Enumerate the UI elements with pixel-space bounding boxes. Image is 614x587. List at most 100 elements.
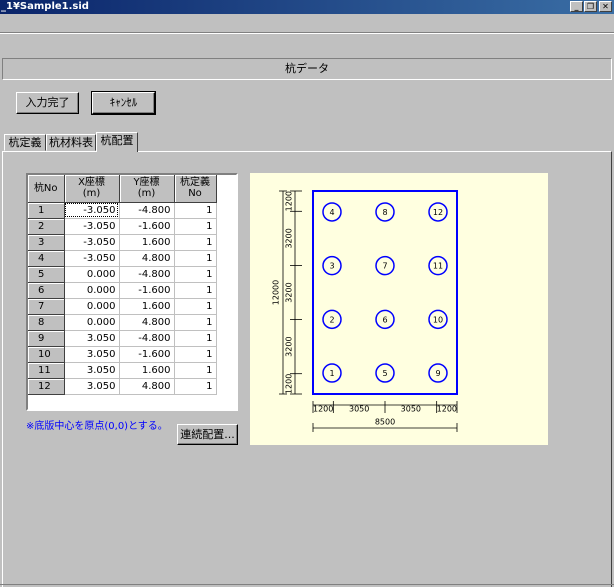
table-row[interactable]: 4 -3.050 4.800 1 xyxy=(28,250,217,267)
col-header-y[interactable]: Y座標 (m) xyxy=(119,175,175,203)
row-header-cell[interactable]: 3 xyxy=(28,234,65,251)
grid-body: 1 -3.050 -4.800 1 2 -3.050 -1.600 1 3 -3.050 1.600… xyxy=(28,202,217,395)
def-cell[interactable]: 1 xyxy=(174,378,217,395)
table-row[interactable]: 10 3.050 -1.600 1 xyxy=(28,346,217,363)
row-header-cell[interactable]: 2 xyxy=(28,218,65,235)
def-cell[interactable]: 1 xyxy=(174,362,217,379)
pile-4-label: 4 xyxy=(329,208,334,217)
left-total-label: 12000 xyxy=(272,280,281,305)
def-cell[interactable]: 1 xyxy=(174,298,217,315)
table-row[interactable]: 6 0.000 -1.600 1 xyxy=(28,282,217,299)
restore-icon: ❐ xyxy=(586,2,595,11)
y-cell[interactable]: -4.800 xyxy=(119,202,175,219)
close-icon: ✕ xyxy=(602,2,609,11)
pile-10-label: 10 xyxy=(433,315,443,324)
x-cell[interactable]: 3.050 xyxy=(64,346,120,363)
tab-pile-layout[interactable]: 杭配置 xyxy=(96,132,138,152)
restore-button[interactable]: ❐ xyxy=(584,1,597,12)
bottom-dim-label-2: 3050 xyxy=(401,405,421,414)
table-row[interactable]: 12 3.050 4.800 1 xyxy=(28,378,217,395)
def-cell[interactable]: 1 xyxy=(174,282,217,299)
y-cell[interactable]: 4.800 xyxy=(119,378,175,395)
table-row[interactable]: 3 -3.050 1.600 1 xyxy=(28,234,217,251)
y-cell[interactable]: 1.600 xyxy=(119,362,175,379)
x-cell[interactable]: -3.050 xyxy=(64,250,120,267)
def-cell[interactable]: 1 xyxy=(174,202,217,219)
x-cell[interactable]: 3.050 xyxy=(64,362,120,379)
origin-note: ※底版中心を原点(0,0)とする。 xyxy=(26,421,168,432)
bottom-total-label: 8500 xyxy=(375,418,395,427)
col-header-x[interactable]: X座標 (m) xyxy=(64,175,120,203)
minimize-button[interactable]: _ xyxy=(570,1,583,12)
x-cell[interactable]: 0.000 xyxy=(64,282,120,299)
bottom-dim-label-1: 3050 xyxy=(349,405,369,414)
tab-pile-definition[interactable]: 杭定義 xyxy=(4,134,46,151)
left-dim-label-3: 3200 xyxy=(285,228,294,248)
row-header-cell[interactable]: 7 xyxy=(28,298,65,315)
row-header-cell[interactable]: 10 xyxy=(28,346,65,363)
x-cell[interactable]: 3.050 xyxy=(64,330,120,347)
col-header-no[interactable]: 杭No xyxy=(28,175,65,203)
y-cell[interactable]: 4.800 xyxy=(119,314,175,331)
tab-pile-material[interactable]: 杭材料表 xyxy=(46,134,96,151)
def-cell[interactable]: 1 xyxy=(174,346,217,363)
x-cell[interactable]: -3.050 xyxy=(64,202,120,219)
table-row[interactable]: 5 0.000 -4.800 1 xyxy=(28,266,217,283)
def-cell[interactable]: 1 xyxy=(174,314,217,331)
x-cell[interactable]: 0.000 xyxy=(64,314,120,331)
pile-3-label: 3 xyxy=(329,262,334,271)
y-cell[interactable]: -1.600 xyxy=(119,346,175,363)
pile-5-label: 5 xyxy=(382,369,387,378)
pile-12-label: 12 xyxy=(433,208,443,217)
row-header-cell[interactable]: 6 xyxy=(28,282,65,299)
row-header-cell[interactable]: 1 xyxy=(28,202,65,219)
row-header-cell[interactable]: 8 xyxy=(28,314,65,331)
y-cell[interactable]: 1.600 xyxy=(119,234,175,251)
pile-11-label: 11 xyxy=(433,262,443,271)
y-cell[interactable]: -4.800 xyxy=(119,330,175,347)
table-row[interactable]: 9 3.050 -4.800 1 xyxy=(28,330,217,347)
row-header-cell[interactable]: 12 xyxy=(28,378,65,395)
left-dim-label-1: 3200 xyxy=(285,336,294,356)
y-cell[interactable]: -1.600 xyxy=(119,218,175,235)
row-header-cell[interactable]: 5 xyxy=(28,266,65,283)
table-row[interactable]: 11 3.050 1.600 1 xyxy=(28,362,217,379)
input-done-button[interactable]: 入力完了 xyxy=(16,92,79,114)
cancel-button[interactable]: ｷｬﾝｾﾙ xyxy=(91,91,156,115)
y-cell[interactable]: -4.800 xyxy=(119,266,175,283)
pile-grid[interactable]: 杭No X座標 (m) Y座標 (m) 杭定義 No 1 -3.050 -4.800… xyxy=(26,173,238,411)
def-cell[interactable]: 1 xyxy=(174,330,217,347)
y-cell[interactable]: -1.600 xyxy=(119,282,175,299)
x-cell[interactable]: 3.050 xyxy=(64,378,120,395)
x-cell[interactable]: -3.050 xyxy=(64,234,120,251)
x-cell[interactable]: -3.050 xyxy=(64,218,120,235)
grid-header-row: 杭No X座標 (m) Y座標 (m) 杭定義 No xyxy=(28,175,217,203)
table-row[interactable]: 8 0.000 4.800 1 xyxy=(28,314,217,331)
continuous-layout-button[interactable]: 連続配置... xyxy=(177,424,238,445)
def-cell[interactable]: 1 xyxy=(174,250,217,267)
x-cell[interactable]: 0.000 xyxy=(64,266,120,283)
bottom-dim-label-0: 1200 xyxy=(313,405,333,414)
col-header-def[interactable]: 杭定義 No xyxy=(174,175,217,203)
row-header-cell[interactable]: 11 xyxy=(28,362,65,379)
y-cell[interactable]: 4.800 xyxy=(119,250,175,267)
row-header-cell[interactable]: 4 xyxy=(28,250,65,267)
pile-table: 杭No X座標 (m) Y座標 (m) 杭定義 No 1 -3.050 -4.800… xyxy=(28,175,217,395)
table-row[interactable]: 7 0.000 1.600 1 xyxy=(28,298,217,315)
diagram-canvas: 1234567891011121200 3050 3050 1200850012003… xyxy=(272,190,458,432)
pile-8-label: 8 xyxy=(382,208,387,217)
row-header-cell[interactable]: 9 xyxy=(28,330,65,347)
def-cell[interactable]: 1 xyxy=(174,234,217,251)
x-cell[interactable]: 0.000 xyxy=(64,298,120,315)
table-row[interactable]: 1 -3.050 -4.800 1 xyxy=(28,202,217,219)
def-cell[interactable]: 1 xyxy=(174,266,217,283)
left-dim-label-4: 1200 xyxy=(285,191,294,211)
bottom-dim-label-3: 1200 xyxy=(437,405,457,414)
y-cell[interactable]: 1.600 xyxy=(119,298,175,315)
close-button[interactable]: ✕ xyxy=(599,1,612,12)
menu-separator xyxy=(0,32,614,34)
table-row[interactable]: 2 -3.050 -1.600 1 xyxy=(28,218,217,235)
def-cell[interactable]: 1 xyxy=(174,218,217,235)
left-dim-label-2: 3200 xyxy=(285,282,294,302)
left-dim-label-0: 1200 xyxy=(285,374,294,394)
